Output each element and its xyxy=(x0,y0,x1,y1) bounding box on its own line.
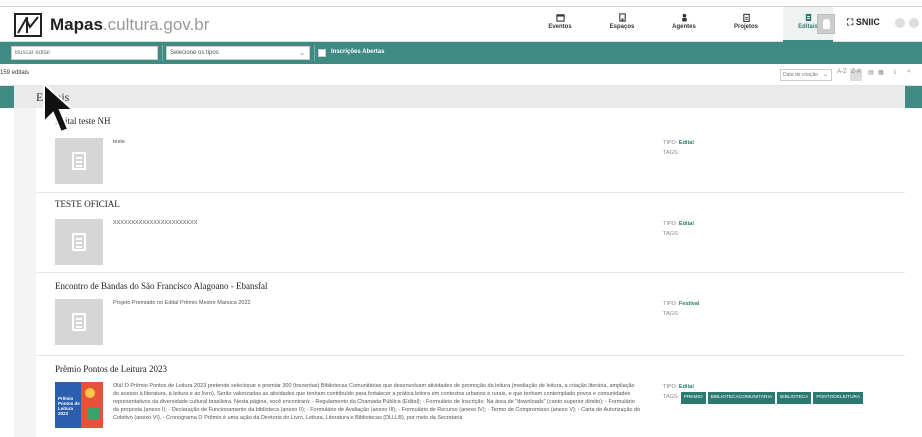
search-edital-input[interactable] xyxy=(11,46,158,60)
tipo-value[interactable]: Edital xyxy=(679,140,694,146)
sort-select[interactable]: Data de criação ⌄ xyxy=(780,69,832,81)
placeholder-thumbnail xyxy=(55,219,103,265)
sort-za-button[interactable]: Z-A xyxy=(850,69,862,81)
tag-badge[interactable]: PONTODELEITURA xyxy=(813,392,864,404)
panel-header: Editais xyxy=(14,86,905,108)
list-item[interactable]: Prêmio Pontos de Leitura 2023 Prêmio Pon… xyxy=(36,356,905,437)
list-item[interactable]: TESTE OFICIAL XXXXXXXXXXXXXXXXXXXXXXX TI… xyxy=(36,193,905,273)
nav-eventos[interactable]: Eventos xyxy=(535,7,585,42)
grid-view-icon[interactable]: ▦ xyxy=(877,69,885,81)
tags-label: TAGS: xyxy=(663,394,680,400)
list-item[interactable]: Edital teste NH teste TIPO: Edital TAGS: xyxy=(36,108,905,193)
tipo-value[interactable]: Edital xyxy=(679,384,694,390)
card-description: Olá! O Prêmio Pontos de Leitura 2023 pre… xyxy=(113,383,641,421)
nav-label: Editais xyxy=(798,24,818,30)
card-description: XXXXXXXXXXXXXXXXXXXXXXX xyxy=(113,220,198,226)
tipo-label: TIPO: xyxy=(663,221,678,227)
cover-text: Prêmio Pontos de Leitura 2023 xyxy=(58,396,80,416)
card-meta: TIPO: Edital TAGS: xyxy=(663,219,694,239)
divider xyxy=(314,45,315,61)
download-icon[interactable]: ⤓ xyxy=(891,69,899,81)
building-icon xyxy=(618,13,626,22)
tipo-value[interactable]: Edital xyxy=(679,221,694,227)
tipo-label: TIPO: xyxy=(663,140,678,146)
document-icon xyxy=(805,13,811,22)
divider xyxy=(162,45,163,61)
left-band xyxy=(0,86,14,108)
nav-label: Eventos xyxy=(548,24,572,30)
site-brand[interactable]: Mapas.cultura.gov.br xyxy=(50,15,209,35)
sort-select-value: Data de criação xyxy=(783,72,819,78)
nav-projetos[interactable]: Projetos xyxy=(721,7,771,42)
nav-agentes[interactable]: Agentes xyxy=(659,7,709,42)
placeholder-thumbnail xyxy=(55,299,103,345)
tags-label: TAGS: xyxy=(663,150,680,156)
sniic-logo-icon: ⛶ xyxy=(847,17,856,27)
tags-label: TAGS: xyxy=(663,231,680,237)
document-icon xyxy=(72,313,86,331)
results-list: Edital teste NH teste TIPO: Edital TAGS:… xyxy=(36,108,905,437)
nav-label: Agentes xyxy=(672,24,696,30)
tipo-label: TIPO: xyxy=(663,384,678,390)
share-icon[interactable]: < xyxy=(905,69,913,81)
tag-badge[interactable]: BIBLIOTECA xyxy=(777,392,812,404)
open-registrations-checkbox[interactable] xyxy=(318,49,326,57)
tag-badge[interactable]: BIBLIOTECACOMUNITARIA xyxy=(707,392,776,404)
sniic-link[interactable]: ⛶ SNIIC xyxy=(847,17,880,28)
results-panel: Editais Edital teste NH teste TIPO: Edit… xyxy=(14,86,905,437)
top-navbar: Mapas.cultura.gov.br Eventos Espaços Age… xyxy=(0,6,922,42)
sniic-label: SNIIC xyxy=(855,17,880,27)
tipo-value[interactable]: Festival xyxy=(679,301,699,307)
tags-label: TAGS: xyxy=(663,311,680,317)
app-window: Mapas.cultura.gov.br Eventos Espaços Age… xyxy=(0,0,922,437)
placeholder-thumbnail xyxy=(55,138,103,184)
nav-label: Espaços xyxy=(609,24,635,30)
brand-domain: .cultura.gov.br xyxy=(102,15,210,34)
chevron-down-icon: ⌄ xyxy=(822,72,828,78)
help-icon[interactable] xyxy=(895,18,905,28)
card-description: teste xyxy=(113,139,125,145)
tag-badge[interactable]: PREMIO xyxy=(680,392,706,404)
document-icon xyxy=(72,152,86,170)
card-meta: TIPO: Edital TAGS: PREMIO BIBLIOTECACOMUN… xyxy=(663,382,865,404)
list-item[interactable]: Encontro de Bandas do São Francisco Alag… xyxy=(36,273,905,356)
info-icon[interactable] xyxy=(909,18,919,28)
person-icon xyxy=(681,13,687,22)
card-meta: TIPO: Festival TAGS: xyxy=(663,299,699,319)
results-toolbar: 159 editais Data de criação ⌄ A-Z Z-A ▤ … xyxy=(0,64,922,86)
brand-name: Mapas xyxy=(50,15,103,34)
list-view-icon[interactable]: ▤ xyxy=(867,69,875,81)
mouse-cursor-icon xyxy=(43,82,76,134)
calendar-icon xyxy=(555,14,565,22)
tipo-label: TIPO: xyxy=(663,301,678,307)
filter-bar: Selecione os tipos ⌄ Inscrições Abertas xyxy=(0,42,922,64)
nav-espacos[interactable]: Espaços xyxy=(597,7,647,42)
type-select-value: Selecione os tipos xyxy=(170,50,219,56)
type-select[interactable]: Selecione os tipos ⌄ xyxy=(166,46,310,60)
main-nav: Eventos Espaços Agentes Projetos Editais xyxy=(535,7,845,42)
edital-cover-image: Prêmio Pontos de Leitura 2023 xyxy=(55,382,103,428)
card-title[interactable]: Encontro de Bandas do São Francisco Alag… xyxy=(55,281,267,291)
results-count: 159 editais xyxy=(0,70,30,76)
card-title[interactable]: TESTE OFICIAL xyxy=(55,199,120,209)
card-title[interactable]: Prêmio Pontos de Leitura 2023 xyxy=(55,364,167,374)
right-band xyxy=(905,86,922,108)
document-icon xyxy=(72,233,86,251)
open-registrations-label[interactable]: Inscrições Abertas xyxy=(331,49,384,55)
nav-label: Projetos xyxy=(733,24,758,30)
card-meta: TIPO: Edital TAGS: xyxy=(663,138,694,158)
mapas-logo-icon[interactable] xyxy=(14,13,42,37)
card-description: Projeto Premiado no Edital Prêmio Mestre… xyxy=(113,300,251,306)
sort-az-button[interactable]: A-Z xyxy=(836,69,848,81)
user-avatar-icon[interactable] xyxy=(817,14,835,34)
clipboard-icon xyxy=(742,13,750,22)
chevron-down-icon: ⌄ xyxy=(299,50,305,57)
